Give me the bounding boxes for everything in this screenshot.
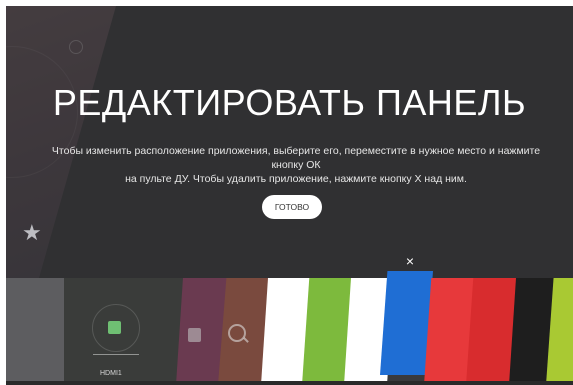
done-button[interactable]: ГОТОВО xyxy=(262,195,322,219)
app-tile-gray[interactable] xyxy=(6,278,64,385)
dialog-title: РЕДАКТИРОВАТЬ ПАНЕЛЬ xyxy=(52,82,527,123)
description-line: Чтобы изменить расположение приложения, … xyxy=(51,145,541,171)
app-launcher-bar: HDMI1 xyxy=(6,271,573,385)
app-tile-blue-selected[interactable] xyxy=(380,271,433,375)
dialog-description: Чтобы изменить расположение приложения, … xyxy=(36,144,556,186)
search-icon xyxy=(228,324,246,342)
bottom-edge xyxy=(6,381,573,385)
description-line: на пульте ДУ. Чтобы удалить приложение, … xyxy=(125,173,467,185)
tv-screen: ★ РЕДАКТИРОВАТЬ ПАНЕЛЬ Чтобы изменить ра… xyxy=(6,6,573,385)
hdmi-label: HDMI1 xyxy=(100,370,122,377)
dim-overlay xyxy=(6,6,573,278)
star-icon[interactable]: ★ xyxy=(22,222,44,244)
hdmi-icon xyxy=(108,321,121,334)
store-icon xyxy=(188,328,201,342)
hdmi-line xyxy=(93,354,139,355)
close-icon[interactable]: × xyxy=(403,254,417,268)
app-tile-hdmi[interactable]: HDMI1 xyxy=(64,278,184,385)
